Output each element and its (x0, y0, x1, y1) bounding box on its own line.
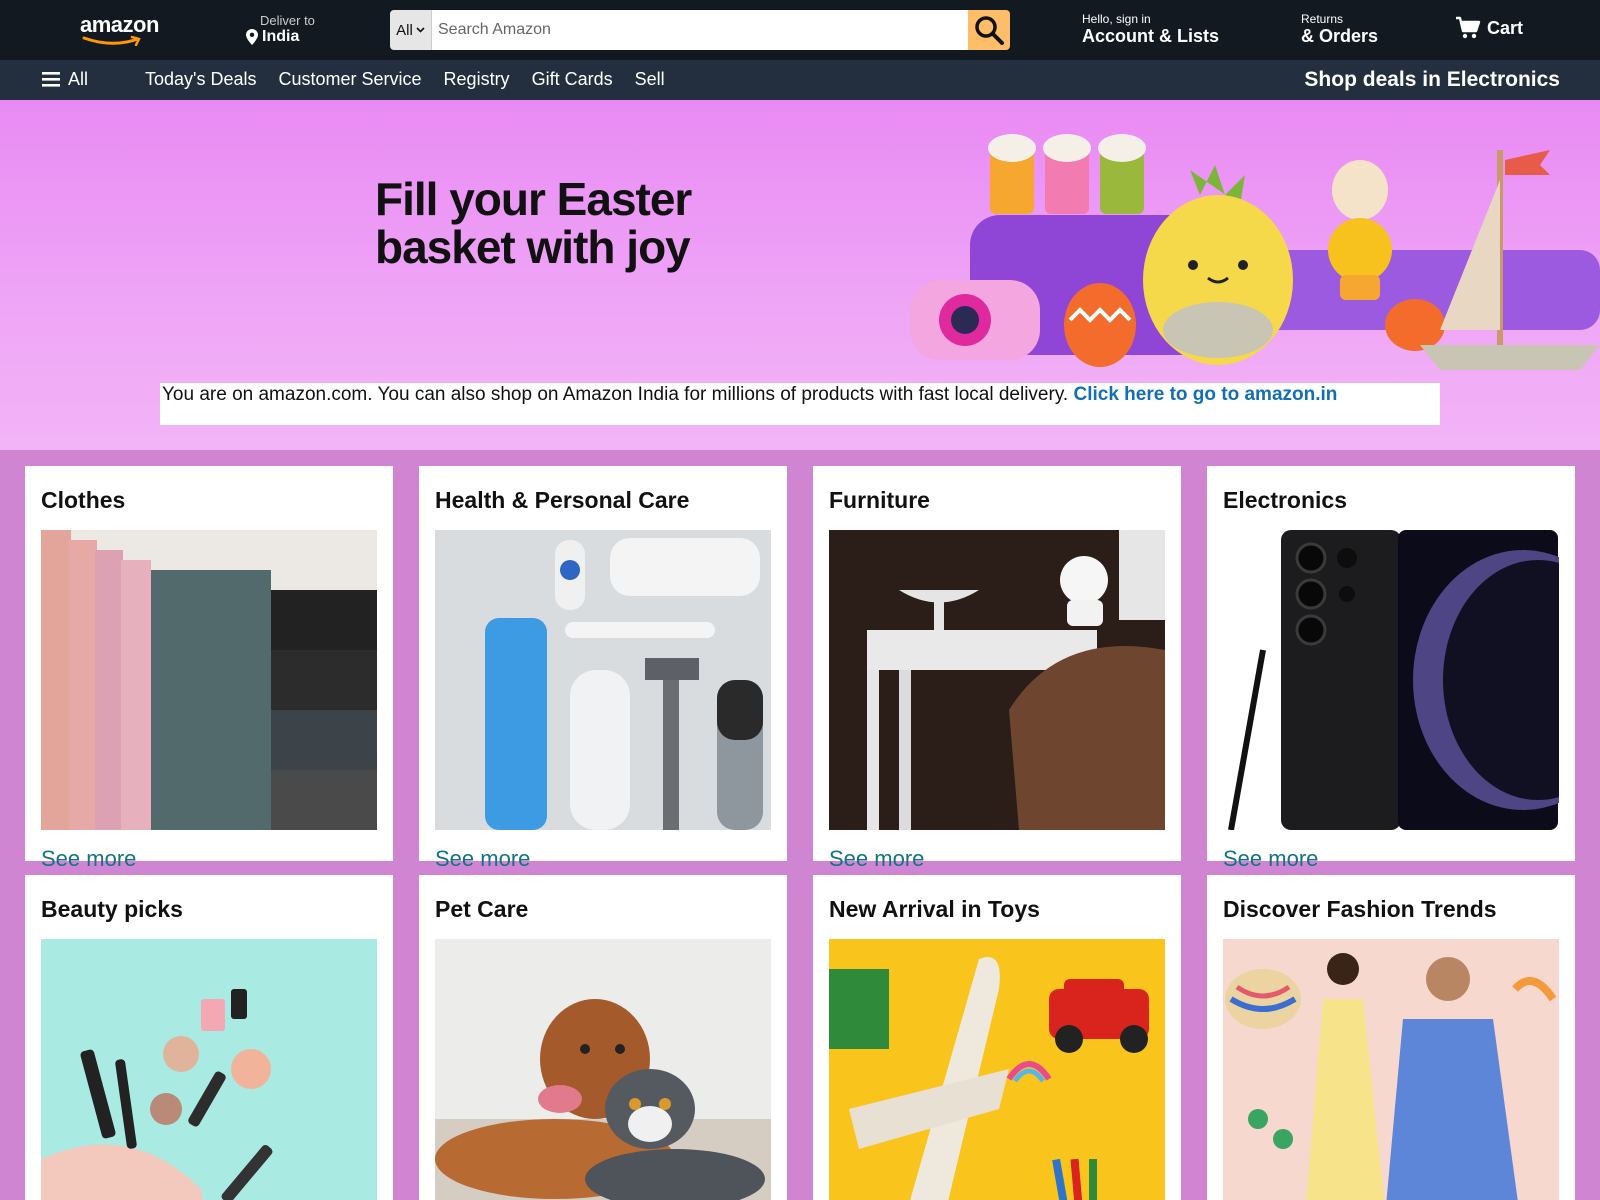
see-more-link[interactable]: See more (1223, 846, 1559, 872)
card-image-clothes[interactable] (41, 530, 377, 830)
category-card-clothes: Clothes See more (25, 466, 393, 871)
card-title-toys[interactable]: New Arrival in Toys (829, 895, 1165, 923)
see-more-link[interactable]: See more (435, 846, 771, 872)
hero-headline-line2: basket with joy (375, 221, 691, 273)
category-card-toys: New Arrival in Toys (813, 875, 1181, 1200)
account-greeting: Hello, sign in (1082, 12, 1151, 26)
see-more-link[interactable]: See more (829, 846, 1165, 872)
see-more-link[interactable]: See more (41, 846, 377, 872)
hero-headline-line1: Fill your Easter (375, 173, 692, 225)
deliver-to[interactable]: Deliver to India (246, 13, 315, 46)
nav-link-todays-deals[interactable]: Today's Deals (145, 69, 257, 90)
easter-toys-illustration (910, 134, 1600, 370)
card-title-electronics[interactable]: Electronics (1223, 486, 1559, 514)
electronics-deals-link[interactable]: Shop deals in Electronics (1304, 68, 1560, 92)
location-pin-icon (246, 29, 258, 45)
all-menu-button[interactable]: All (42, 69, 88, 90)
nav-link-customer-service[interactable]: Customer Service (279, 69, 422, 90)
chevron-down-icon (416, 27, 425, 33)
card-title-beauty[interactable]: Beauty picks (41, 895, 377, 923)
card-image-health[interactable] (435, 530, 771, 830)
card-image-beauty[interactable] (41, 939, 377, 1200)
card-title-clothes[interactable]: Clothes (41, 486, 377, 514)
cart-button[interactable]: Cart (1455, 16, 1523, 40)
notice-text: You are on amazon.com. You can also shop… (162, 384, 1069, 405)
secondary-nav-bar: All Today's Deals Customer Service Regis… (0, 60, 1600, 100)
category-card-electronics: Electronics See more (1207, 466, 1575, 871)
all-menu-label: All (68, 69, 89, 89)
nav-link-gift-cards[interactable]: Gift Cards (532, 69, 613, 90)
card-image-furniture[interactable] (829, 530, 1165, 830)
account-lists[interactable]: Hello, sign in Account & Lists (1082, 12, 1219, 47)
deliver-label: Deliver to (260, 13, 315, 28)
card-image-electronics[interactable] (1223, 530, 1559, 830)
search-bar: All (390, 10, 1010, 50)
search-category-select[interactable]: All (390, 10, 432, 50)
nav-link-sell[interactable]: Sell (635, 69, 665, 90)
amazon-india-notice: You are on amazon.com. You can also shop… (160, 383, 1440, 425)
nav-links: Today's Deals Customer Service Registry … (145, 69, 665, 90)
amazon-india-link[interactable]: Click here to go to amazon.in (1073, 384, 1337, 405)
card-title-furniture[interactable]: Furniture (829, 486, 1165, 514)
amazon-logo[interactable]: amazon (80, 12, 170, 48)
top-nav-bar: amazon Deliver to India All H (0, 0, 1600, 60)
card-title-fashion[interactable]: Discover Fashion Trends (1223, 895, 1559, 923)
card-image-pet-care[interactable] (435, 939, 771, 1200)
card-image-toys[interactable] (829, 939, 1165, 1200)
category-card-furniture: Furniture See more (813, 466, 1181, 871)
search-category-label: All (396, 21, 413, 39)
category-card-health: Health & Personal Care See more (419, 466, 787, 871)
cart-icon (1456, 16, 1481, 39)
card-image-fashion[interactable] (1223, 939, 1559, 1200)
nav-link-registry[interactable]: Registry (444, 69, 510, 90)
card-title-pet-care[interactable]: Pet Care (435, 895, 771, 923)
returns-orders[interactable]: Returns & Orders (1301, 12, 1378, 47)
category-card-pet-care: Pet Care (419, 875, 787, 1200)
card-title-health[interactable]: Health & Personal Care (435, 486, 771, 514)
deliver-location: India (262, 28, 300, 45)
search-input[interactable] (432, 10, 968, 50)
category-card-fashion: Discover Fashion Trends (1207, 875, 1575, 1200)
logo-smile-icon (82, 36, 141, 46)
hamburger-menu-icon (42, 72, 60, 87)
orders-label: & Orders (1301, 26, 1379, 46)
category-card-beauty: Beauty picks (25, 875, 393, 1200)
search-button[interactable] (968, 10, 1010, 50)
logo-text: amazon (80, 12, 159, 37)
returns-label: Returns (1301, 12, 1344, 26)
hero-headline: Fill your Easter basket with joy (375, 173, 692, 273)
account-label: Account & Lists (1082, 26, 1220, 46)
cart-label: Cart (1487, 17, 1524, 38)
search-icon (975, 16, 1004, 45)
